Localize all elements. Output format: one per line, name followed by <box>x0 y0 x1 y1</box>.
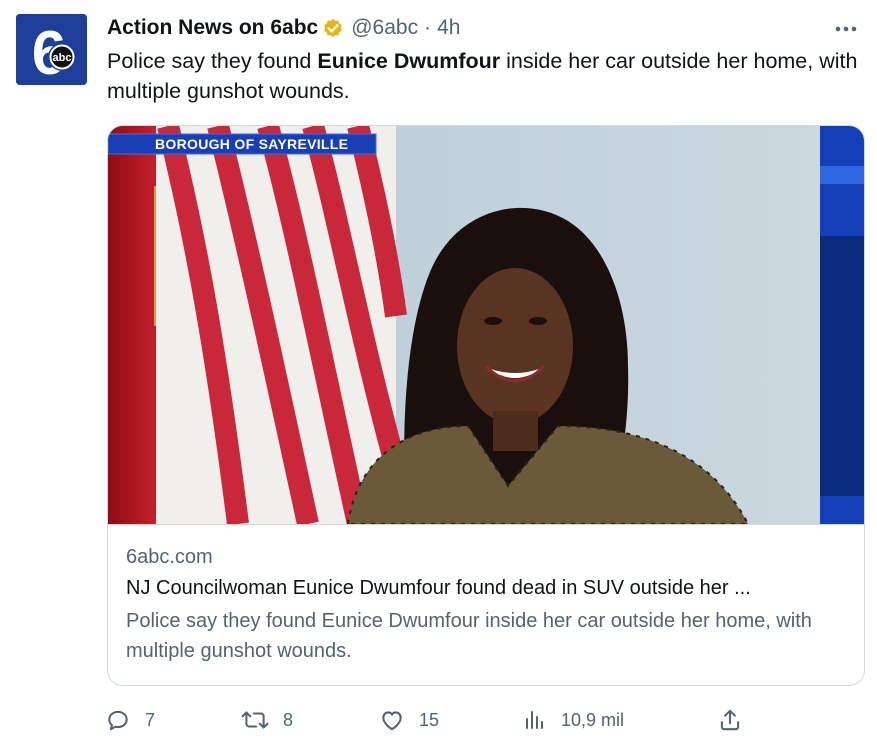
card-domain: 6abc.com <box>126 546 213 568</box>
heart-icon <box>382 711 402 731</box>
tweet[interactable]: 6 abc Action News on 6abc @6abc · 4h Pol… <box>0 0 877 745</box>
tweet-text-before: Police say they found <box>107 49 318 73</box>
card-footer[interactable]: 6abc.com NJ Councilwoman Eunice Dwumfour… <box>108 524 864 685</box>
avatar-logo-text: abc <box>53 52 72 64</box>
6abc-logo-icon: 6 abc <box>16 14 87 85</box>
display-name[interactable]: Action News on 6abc <box>107 16 318 40</box>
like-button[interactable]: 15 <box>379 700 439 740</box>
link-card[interactable]: BOROUGH OF SAYREVILLE 6abc.com NJ Counci… <box>107 125 865 686</box>
tweet-text: Police say they found Eunice Dwumfour in… <box>107 46 862 106</box>
handle[interactable]: @6abc <box>351 16 418 40</box>
avatar[interactable]: 6 abc <box>16 14 87 85</box>
tweet-text-bold-name: Eunice Dwumfour <box>317 49 501 73</box>
action-bar: 7 8 15 10,9 mil <box>105 700 755 740</box>
verified-badge-icon[interactable] <box>321 16 345 40</box>
separator-dot: · <box>424 16 432 39</box>
like-count: 15 <box>419 709 440 730</box>
reply-button[interactable]: 7 <box>105 700 155 740</box>
views-chart-icon <box>526 711 543 729</box>
retweet-count: 8 <box>283 709 294 730</box>
share-icon <box>720 709 740 731</box>
views-count: 10,9 mil <box>561 709 625 730</box>
chyron-label: BOROUGH OF SAYREVILLE <box>155 136 349 152</box>
views-button[interactable]: 10,9 mil <box>523 700 624 740</box>
card-description: Police say they found Eunice Dwumfour in… <box>126 610 812 662</box>
retweet-icon <box>241 711 269 729</box>
card-title[interactable]: NJ Councilwoman Eunice Dwumfour found de… <box>126 572 846 604</box>
more-horizontal-icon <box>835 26 857 32</box>
card-image[interactable]: BOROUGH OF SAYREVILLE <box>108 126 864 524</box>
timestamp[interactable]: 4h <box>437 16 460 40</box>
tweet-header: Action News on 6abc @6abc · 4h <box>107 12 460 44</box>
reply-count: 7 <box>145 709 156 730</box>
more-button[interactable] <box>831 14 861 44</box>
reply-icon <box>108 710 128 731</box>
share-button[interactable] <box>717 700 743 740</box>
retweet-button[interactable]: 8 <box>241 700 293 740</box>
news-photo <box>108 126 864 524</box>
